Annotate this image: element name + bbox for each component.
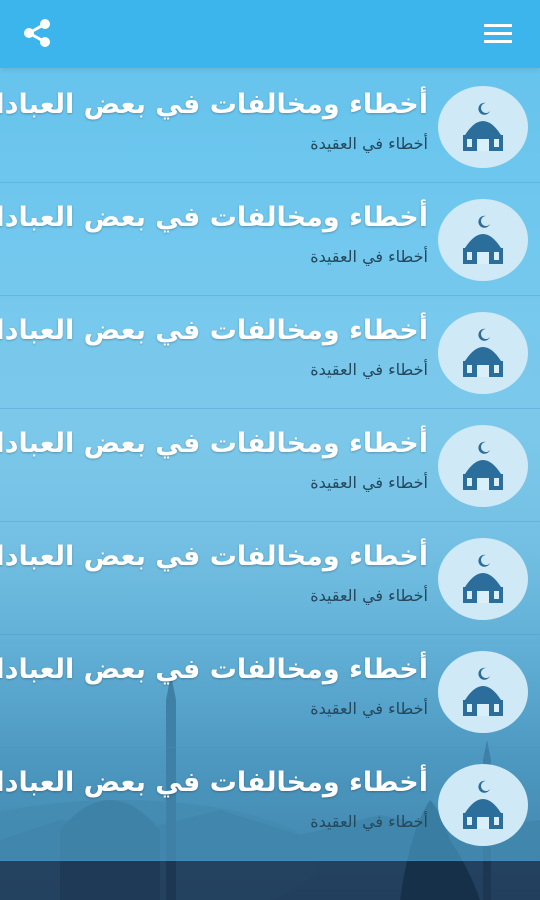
mosque-icon <box>438 86 528 168</box>
list-item[interactable]: أخطاء ومخالفات في بعض العبادات أخطاء في … <box>0 296 540 409</box>
mosque-icon <box>438 764 528 846</box>
lesson-list: أخطاء ومخالفات في بعض العبادات أخطاء في … <box>0 70 540 861</box>
item-subtitle: أخطاء في العقيدة <box>310 360 428 379</box>
mosque-icon <box>438 651 528 733</box>
item-subtitle: أخطاء في العقيدة <box>310 699 428 718</box>
menu-button[interactable] <box>482 20 516 48</box>
list-item[interactable]: أخطاء ومخالفات في بعض العبادات أخطاء في … <box>0 70 540 183</box>
item-title: أخطاء ومخالفات في بعض العبادات <box>0 541 428 572</box>
item-subtitle: أخطاء في العقيدة <box>310 586 428 605</box>
list-item[interactable]: أخطاء ومخالفات في بعض العبادات أخطاء في … <box>0 748 540 861</box>
item-title: أخطاء ومخالفات في بعض العبادات <box>0 654 428 685</box>
list-item[interactable]: أخطاء ومخالفات في بعض العبادات أخطاء في … <box>0 635 540 748</box>
hamburger-menu-icon <box>484 24 512 43</box>
item-subtitle: أخطاء في العقيدة <box>310 134 428 153</box>
item-title: أخطاء ومخالفات في بعض العبادات <box>0 767 428 798</box>
item-title: أخطاء ومخالفات في بعض العبادات <box>0 428 428 459</box>
mosque-icon <box>438 199 528 281</box>
share-icon <box>24 19 50 47</box>
mosque-icon <box>438 538 528 620</box>
share-button[interactable] <box>20 16 54 50</box>
mosque-icon <box>438 312 528 394</box>
item-subtitle: أخطاء في العقيدة <box>310 473 428 492</box>
item-title: أخطاء ومخالفات في بعض العبادات <box>0 202 428 233</box>
item-title: أخطاء ومخالفات في بعض العبادات <box>0 89 428 120</box>
item-subtitle: أخطاء في العقيدة <box>310 812 428 831</box>
item-title: أخطاء ومخالفات في بعض العبادات <box>0 315 428 346</box>
item-subtitle: أخطاء في العقيدة <box>310 247 428 266</box>
list-item[interactable]: أخطاء ومخالفات في بعض العبادات أخطاء في … <box>0 522 540 635</box>
app-bar <box>0 0 540 68</box>
mosque-icon <box>438 425 528 507</box>
list-item[interactable]: أخطاء ومخالفات في بعض العبادات أخطاء في … <box>0 183 540 296</box>
list-item[interactable]: أخطاء ومخالفات في بعض العبادات أخطاء في … <box>0 409 540 522</box>
